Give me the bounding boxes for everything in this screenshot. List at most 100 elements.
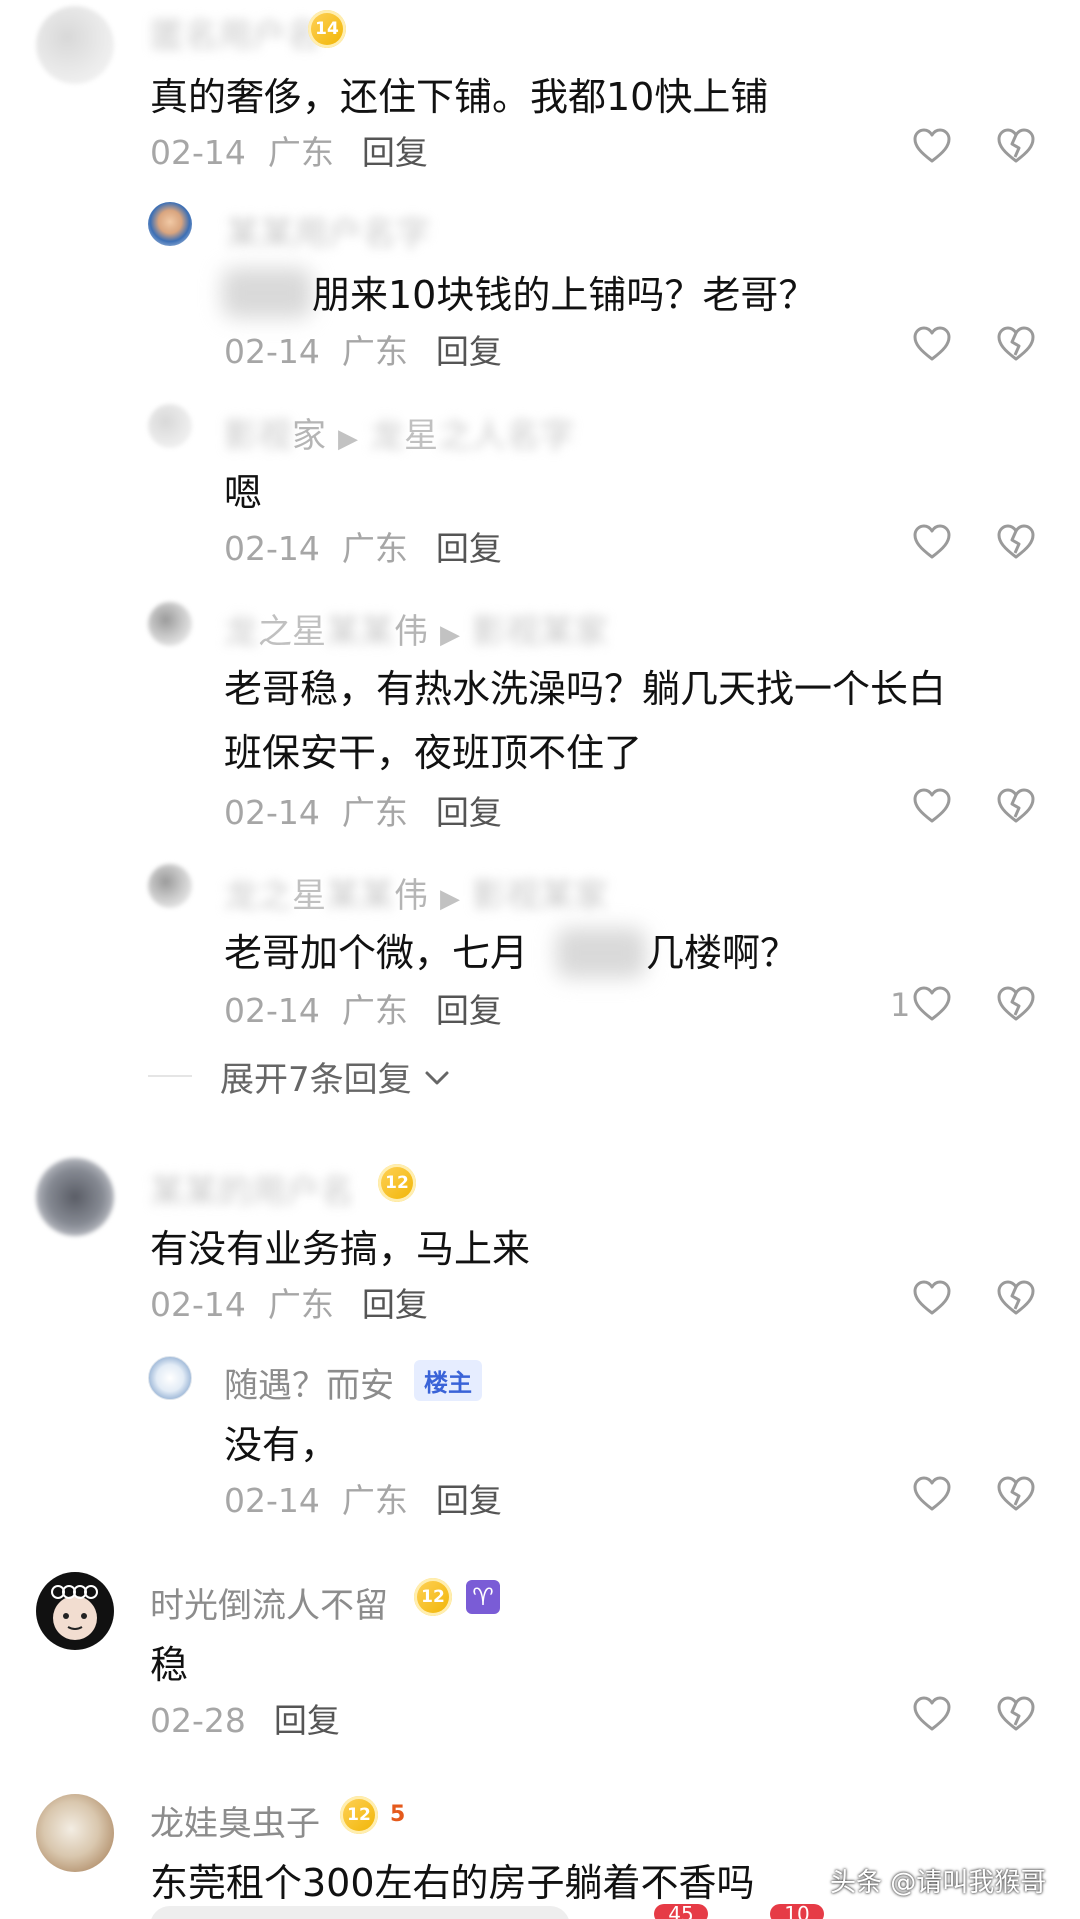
- dislike-button[interactable]: [994, 1692, 1038, 1736]
- comment-date: 02-14: [224, 332, 320, 371]
- avatar[interactable]: [148, 404, 192, 448]
- comment-region: 广东: [341, 991, 408, 1030]
- username[interactable]: 龙之星某某伟 ▶ 影视某家: [224, 604, 608, 653]
- comment-text: 老哥稳，有热水洗澡吗？躺几天找一个长白: [224, 667, 947, 711]
- comment-meta: 02-14 广东 回复: [224, 984, 502, 1032]
- reply-button[interactable]: 回复: [436, 332, 502, 371]
- comment-meta: 02-14 广东 回复: [224, 1474, 502, 1522]
- avatar-face-icon: [51, 1585, 98, 1640]
- comment-date: 02-28: [150, 1701, 246, 1740]
- avatar[interactable]: [148, 602, 192, 646]
- comment-date: 02-14: [224, 529, 320, 568]
- avatar[interactable]: [148, 864, 192, 908]
- avatar[interactable]: [36, 1794, 114, 1872]
- comment-text: 没有，: [224, 1423, 339, 1467]
- reply-button[interactable]: 回复: [362, 133, 428, 172]
- like-button[interactable]: [910, 520, 954, 564]
- comment-region: 广东: [341, 529, 408, 568]
- reply-button[interactable]: 回复: [436, 529, 502, 568]
- dislike-button[interactable]: [994, 1472, 1038, 1516]
- watermark: 头条 @请叫我猴哥: [830, 1868, 1047, 1898]
- comment-meta: 02-14 广东 回复: [224, 522, 502, 570]
- username[interactable]: 龙之星某某伟 ▶ 影视某家: [224, 868, 608, 917]
- chevron-down-icon: [422, 1062, 452, 1102]
- comment-meta: 02-28 回复: [150, 1694, 340, 1742]
- avatar[interactable]: [148, 1356, 192, 1400]
- comment-meta: 02-14 广东 回复: [150, 126, 428, 174]
- like-count: 1: [890, 986, 911, 1024]
- comment-region: 广东: [341, 1481, 408, 1520]
- comment-region: 广东: [267, 133, 334, 172]
- username[interactable]: 匿名用户名: [150, 8, 320, 57]
- comment-text: 老哥加个微，七月: [224, 931, 529, 975]
- username-partial: 伟: [394, 612, 428, 652]
- like-button[interactable]: [910, 322, 954, 366]
- avatar[interactable]: [36, 6, 114, 84]
- comment-meta: 02-14 广东 回复: [150, 1278, 428, 1326]
- expand-replies-button[interactable]: 展开7条回复: [220, 1052, 452, 1102]
- zodiac-aries-icon: ♈: [466, 1580, 500, 1614]
- username-partial: 之星: [258, 612, 326, 652]
- username[interactable]: 某某的用户名: [150, 1164, 354, 1213]
- comment-text: 稳: [150, 1643, 189, 1687]
- level-badge: 12: [378, 1164, 416, 1202]
- like-button[interactable]: [910, 1276, 954, 1320]
- dislike-button[interactable]: [994, 784, 1038, 828]
- notification-badge: 10: [770, 1904, 824, 1919]
- level-badge: 12: [414, 1578, 452, 1616]
- comment-text: 班保安干，夜班顶不住了: [224, 731, 643, 775]
- like-button[interactable]: [910, 124, 954, 168]
- notification-badge: 45: [654, 1904, 708, 1919]
- comment-text: 真的奢侈，还住下铺。我都10快上铺: [150, 75, 769, 119]
- expand-replies-label: 展开7条回复: [220, 1060, 412, 1100]
- username[interactable]: 龙娃臭虫子: [150, 1796, 320, 1845]
- reply-button[interactable]: 回复: [436, 1481, 502, 1520]
- comment-text: 几楼啊？: [646, 931, 799, 975]
- owner-tag: 楼主: [414, 1360, 482, 1401]
- username[interactable]: 某某用户名字: [226, 206, 430, 255]
- comment-text: 朋来10块钱的上铺吗？老哥？: [312, 273, 817, 317]
- fire-level-icon: 5: [390, 1794, 405, 1829]
- comment-text: 嗯: [224, 471, 263, 515]
- blurred-text: [556, 928, 646, 978]
- divider: [148, 1075, 192, 1077]
- avatar[interactable]: [148, 202, 192, 246]
- comment-text: 有没有业务搞，马上来: [150, 1227, 531, 1271]
- comment-date: 02-14: [224, 991, 320, 1030]
- username-partial: 星: [404, 416, 438, 456]
- username[interactable]: 随遇？而安: [224, 1358, 394, 1407]
- fire-level: 5: [390, 1802, 406, 1827]
- like-button[interactable]: [910, 982, 954, 1026]
- level-badge: 12: [340, 1796, 378, 1834]
- dislike-button[interactable]: [994, 1276, 1038, 1320]
- like-button[interactable]: [910, 1692, 954, 1736]
- username[interactable]: 时光倒流人不留: [150, 1578, 388, 1627]
- avatar[interactable]: [36, 1158, 114, 1236]
- reply-button[interactable]: 回复: [436, 991, 502, 1030]
- comment-text: 东莞租个300左右的房子躺着不香吗: [150, 1861, 755, 1905]
- like-button[interactable]: [910, 1472, 954, 1516]
- username-partial: 家: [292, 416, 326, 456]
- username-partial: 星: [292, 876, 326, 916]
- comment-region: 广东: [267, 1285, 334, 1324]
- reply-button[interactable]: 回复: [436, 793, 502, 832]
- username[interactable]: 影视家 ▶ 龙星之人名字: [224, 408, 574, 457]
- dislike-button[interactable]: [994, 520, 1038, 564]
- comment-date: 02-14: [150, 133, 246, 172]
- level-badge: 14: [308, 10, 346, 48]
- comment-input[interactable]: [150, 1906, 570, 1919]
- comment-meta: 02-14 广东 回复: [224, 786, 502, 834]
- comment-region: 广东: [341, 332, 408, 371]
- dislike-button[interactable]: [994, 124, 1038, 168]
- avatar[interactable]: [36, 1572, 114, 1650]
- reply-button[interactable]: 回复: [274, 1701, 340, 1740]
- reply-button[interactable]: 回复: [362, 1285, 428, 1324]
- comment-meta: 02-14 广东 回复: [224, 325, 502, 373]
- comment-region: 广东: [341, 793, 408, 832]
- blurred-text: [222, 268, 312, 318]
- dislike-button[interactable]: [994, 322, 1038, 366]
- comment-date: 02-14: [150, 1285, 246, 1324]
- dislike-button[interactable]: [994, 982, 1038, 1026]
- comment-date: 02-14: [224, 1481, 320, 1520]
- like-button[interactable]: [910, 784, 954, 828]
